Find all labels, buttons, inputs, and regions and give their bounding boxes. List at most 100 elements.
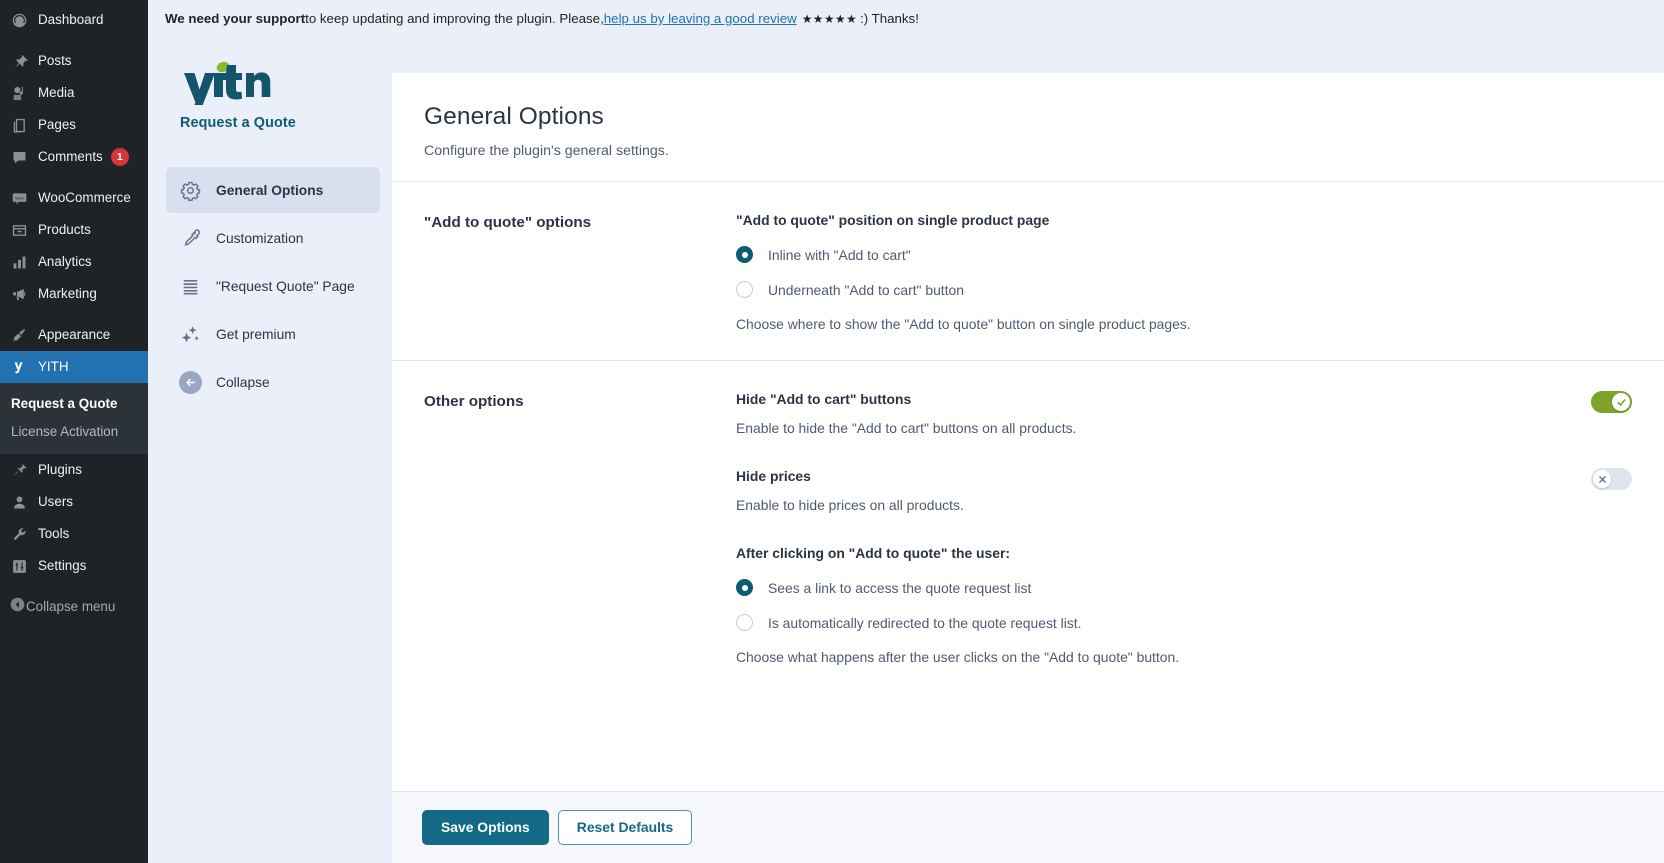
section-add-to-quote: "Add to quote" options "Add to quote" po… (392, 182, 1664, 361)
radio-redirected-indicator[interactable] (736, 614, 753, 631)
products-icon (9, 220, 29, 240)
settings-icon (9, 556, 29, 576)
plugin-nav-collapse[interactable]: Collapse (166, 359, 380, 405)
sidebar-item-appearance[interactable]: Appearance (0, 319, 148, 351)
submenu-item-license-activation[interactable]: License Activation (0, 418, 148, 446)
card-header: General Options Configure the plugin's g… (392, 73, 1664, 182)
analytics-icon (9, 252, 29, 272)
sidebar-item-label: WooCommerce (38, 190, 131, 205)
user-icon (9, 492, 29, 512)
plugin-panel: Request a Quote General Options Customiz (148, 37, 1664, 863)
radio-group-quote-position: Inline with "Add to cart" Underneath "Ad… (736, 241, 1632, 303)
plugin-nav-list: General Options Customization "Request Q… (166, 167, 380, 405)
sidebar-item-label: Comments (38, 149, 103, 164)
radio-option-inline[interactable]: Inline with "Add to cart" (736, 241, 1632, 268)
collapse-menu-button[interactable]: Collapse menu (0, 590, 148, 622)
toggle-knob-cross-icon (1593, 470, 1611, 488)
plugin-nav-request-quote-page[interactable]: "Request Quote" Page (166, 263, 380, 309)
radio-inline-indicator[interactable] (736, 246, 753, 263)
radio-label: Is automatically redirected to the quote… (768, 614, 1082, 631)
plugin-nav-label: General Options (216, 182, 324, 198)
sidebar-item-label: Media (38, 85, 75, 100)
field-quote-position: "Add to quote" position on single produc… (736, 212, 1632, 332)
support-notice: We need your support to keep updating an… (148, 0, 1664, 37)
yith-logo (184, 61, 271, 105)
section-other-options: Other options Hide "Add to cart" buttons… (392, 361, 1664, 693)
field-after-click: After clicking on "Add to quote" the use… (736, 545, 1632, 665)
woocommerce-icon: woo (9, 188, 29, 208)
plugin-nav-label: Customization (216, 230, 304, 246)
submenu-label: Request a Quote (11, 396, 118, 411)
sidebar-item-posts[interactable]: Posts (0, 45, 148, 77)
radio-sees-link-indicator[interactable] (736, 579, 753, 596)
sidebar-item-woocommerce[interactable]: woo WooCommerce (0, 182, 148, 214)
submenu-label: License Activation (11, 424, 119, 439)
radio-underneath-indicator[interactable] (736, 281, 753, 298)
sidebar-item-label: Posts (38, 53, 72, 68)
radio-label: Inline with "Add to cart" (768, 246, 911, 263)
toggle-hide-prices[interactable] (1591, 468, 1632, 490)
sidebar-item-analytics[interactable]: Analytics (0, 246, 148, 278)
comments-count-badge: 1 (110, 148, 129, 166)
plugin-nav-general-options[interactable]: General Options (166, 167, 380, 213)
notice-text-after: :) Thanks! (860, 11, 919, 26)
review-link[interactable]: help us by leaving a good review (604, 11, 797, 26)
radio-group-after-click: Sees a link to access the quote request … (736, 574, 1632, 636)
media-icon (9, 83, 29, 103)
sidebar-item-tools[interactable]: Tools (0, 518, 148, 550)
toggle-hide-add-to-cart[interactable] (1591, 391, 1632, 413)
radio-option-sees-link[interactable]: Sees a link to access the quote request … (736, 574, 1632, 601)
collapse-arrow-icon (9, 596, 26, 616)
sidebar-item-yith[interactable]: YITH (0, 351, 156, 383)
sidebar-item-comments[interactable]: Comments 1 (0, 141, 148, 173)
sidebar-item-settings[interactable]: Settings (0, 550, 148, 582)
sidebar-item-label: Dashboard (38, 12, 104, 27)
brand-name: Request a Quote (180, 115, 296, 131)
sidebar-item-label: Users (38, 494, 73, 509)
field-description: Choose where to show the "Add to quote" … (736, 316, 1191, 332)
sidebar-item-label: Pages (38, 117, 76, 132)
submenu-item-request-a-quote[interactable]: Request a Quote (0, 390, 148, 418)
sidebar-item-label: Products (38, 222, 91, 237)
save-options-button[interactable]: Save Options (422, 809, 549, 846)
plugin-nav-label: "Request Quote" Page (216, 278, 355, 294)
field-title: "Add to quote" position on single produc… (736, 212, 1050, 228)
card-footer: Save Options Reset Defaults (392, 791, 1664, 863)
sidebar-item-marketing[interactable]: Marketing (0, 278, 148, 310)
wrench-icon (9, 524, 29, 544)
field-description: Enable to hide the "Add to cart" buttons… (736, 420, 1077, 436)
comment-icon (9, 147, 29, 167)
radio-option-underneath[interactable]: Underneath "Add to cart" button (736, 276, 1632, 303)
dashboard-icon (9, 10, 29, 30)
radio-option-redirected[interactable]: Is automatically redirected to the quote… (736, 609, 1632, 636)
list-lines-icon (178, 274, 202, 298)
sidebar-item-products[interactable]: Products (0, 214, 148, 246)
main-content: We need your support to keep updating an… (148, 0, 1664, 863)
sidebar-item-plugins[interactable]: Plugins (0, 454, 148, 486)
field-description: Choose what happens after the user click… (736, 649, 1180, 665)
notice-bold-text: We need your support (165, 11, 306, 26)
sidebar-item-users[interactable]: Users (0, 486, 148, 518)
page-title: General Options (424, 103, 604, 130)
sidebar-item-dashboard[interactable]: Dashboard (0, 4, 148, 36)
sidebar-divider (0, 310, 148, 319)
star-rating-icon: ★★★★★ (801, 11, 858, 26)
options-card: General Options Configure the plugin's g… (392, 73, 1664, 863)
megaphone-icon (9, 284, 29, 304)
sidebar-item-pages[interactable]: Pages (0, 109, 148, 141)
section-fields: Hide "Add to cart" buttons Enable to hid… (736, 391, 1632, 665)
section-label: Other options (424, 393, 524, 410)
sidebar-divider (0, 173, 148, 182)
pages-icon (9, 115, 29, 135)
field-description: Enable to hide prices on all products. (736, 497, 964, 513)
plugin-nav-label: Get premium (216, 326, 296, 342)
plugin-nav-get-premium[interactable]: Get premium (166, 311, 380, 357)
plugin-sidebar: Request a Quote General Options Customiz (148, 37, 392, 863)
section-fields: "Add to quote" position on single produc… (736, 212, 1632, 332)
sidebar-item-media[interactable]: Media (0, 77, 148, 109)
reset-defaults-button[interactable]: Reset Defaults (557, 809, 693, 846)
plugin-nav-customization[interactable]: Customization (166, 215, 380, 261)
toggle-knob-check-icon (1612, 393, 1630, 411)
brush-icon (9, 325, 29, 345)
pin-icon (9, 51, 29, 71)
